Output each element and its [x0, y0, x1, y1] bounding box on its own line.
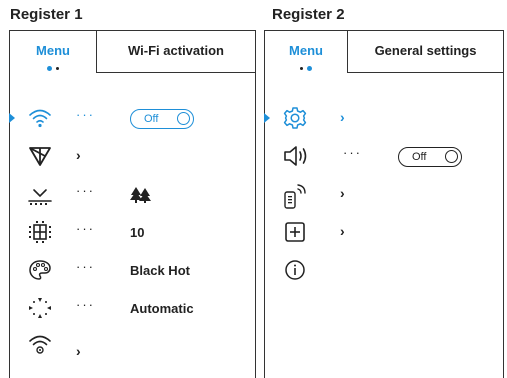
chevron-right-icon: › — [340, 109, 345, 125]
wifi-icon — [28, 107, 52, 129]
toggle-knob — [445, 150, 458, 163]
terrain-icon — [28, 183, 52, 205]
register-2-tabbar: Menu General settings — [265, 31, 503, 73]
palette-icon — [28, 259, 52, 281]
wifi-settings-icon — [28, 333, 52, 355]
tab-menu[interactable]: Menu — [265, 31, 347, 73]
menu-row-wifi[interactable]: ··· Off — [9, 103, 255, 133]
ellipsis: ··· — [76, 183, 95, 198]
selection-marker — [264, 113, 270, 123]
register-2-title: Register 2 — [272, 6, 345, 23]
trees-icon — [130, 187, 152, 203]
plus-box-icon — [283, 221, 307, 243]
calibration-icon — [28, 297, 52, 319]
ellipsis: ··· — [76, 107, 95, 122]
chevron-right-icon: › — [76, 343, 81, 359]
ellipsis: ··· — [343, 145, 362, 160]
menu-row-add[interactable]: › — [265, 217, 503, 247]
chevron-right-icon: › — [340, 223, 345, 239]
menu-row-calibration[interactable]: ··· Automatic — [10, 293, 255, 323]
tab-general-settings[interactable]: General settings — [347, 31, 503, 73]
tab-wifi-activation-label: Wi-Fi activation — [128, 43, 224, 58]
calibration-value: Automatic — [130, 301, 194, 316]
tab-menu-label: Menu — [36, 43, 70, 58]
menu-row-wifi-settings[interactable]: › — [10, 329, 255, 359]
tab-general-settings-label: General settings — [374, 43, 477, 58]
page-indicator — [265, 66, 347, 71]
menu-row-palette[interactable]: ··· Black Hot — [10, 255, 255, 285]
page-dot-active — [307, 66, 312, 71]
wifi-toggle-label: Off — [144, 113, 159, 125]
info-icon — [283, 259, 307, 281]
tab-menu-label: Menu — [289, 43, 323, 58]
gear-icon — [283, 107, 307, 129]
antenna-icon — [28, 145, 52, 167]
wifi-toggle[interactable]: Off — [130, 109, 194, 129]
sound-toggle-label: Off — [412, 151, 427, 163]
grid-density-icon — [28, 221, 52, 243]
register-2-panel: Menu General settings › ··· Off › › — [264, 30, 504, 378]
page-dot — [56, 67, 59, 70]
palette-value: Black Hot — [130, 263, 190, 278]
register-1-tabbar: Menu Wi-Fi activation — [10, 31, 255, 73]
menu-row-density[interactable]: ··· 10 — [10, 217, 255, 247]
remote-icon — [283, 183, 307, 209]
ellipsis: ··· — [76, 297, 95, 312]
tab-wifi-activation[interactable]: Wi-Fi activation — [96, 31, 255, 73]
chevron-right-icon: › — [76, 147, 81, 163]
menu-row-info[interactable] — [265, 255, 503, 285]
menu-row-general-settings[interactable]: › — [264, 103, 503, 133]
ellipsis: ··· — [76, 259, 95, 274]
toggle-knob — [177, 112, 190, 125]
ellipsis: ··· — [76, 221, 95, 236]
selection-marker — [9, 113, 15, 123]
menu-row-terrain[interactable]: ··· — [10, 179, 255, 209]
menu-row-antenna[interactable]: › — [10, 141, 255, 171]
density-value: 10 — [130, 225, 145, 240]
menu-row-sound[interactable]: ··· Off — [265, 141, 503, 171]
tab-menu[interactable]: Menu — [10, 31, 96, 73]
page-dot-active — [47, 66, 52, 71]
speaker-icon — [283, 145, 307, 167]
page-dot — [300, 67, 303, 70]
sound-toggle[interactable]: Off — [398, 147, 462, 167]
register-1-title: Register 1 — [10, 6, 83, 23]
menu-row-remote[interactable]: › — [265, 179, 503, 209]
register-1-panel: Menu Wi-Fi activation ··· Off › ··· ··· … — [9, 30, 256, 378]
chevron-right-icon: › — [340, 185, 345, 201]
page-indicator — [10, 66, 96, 71]
